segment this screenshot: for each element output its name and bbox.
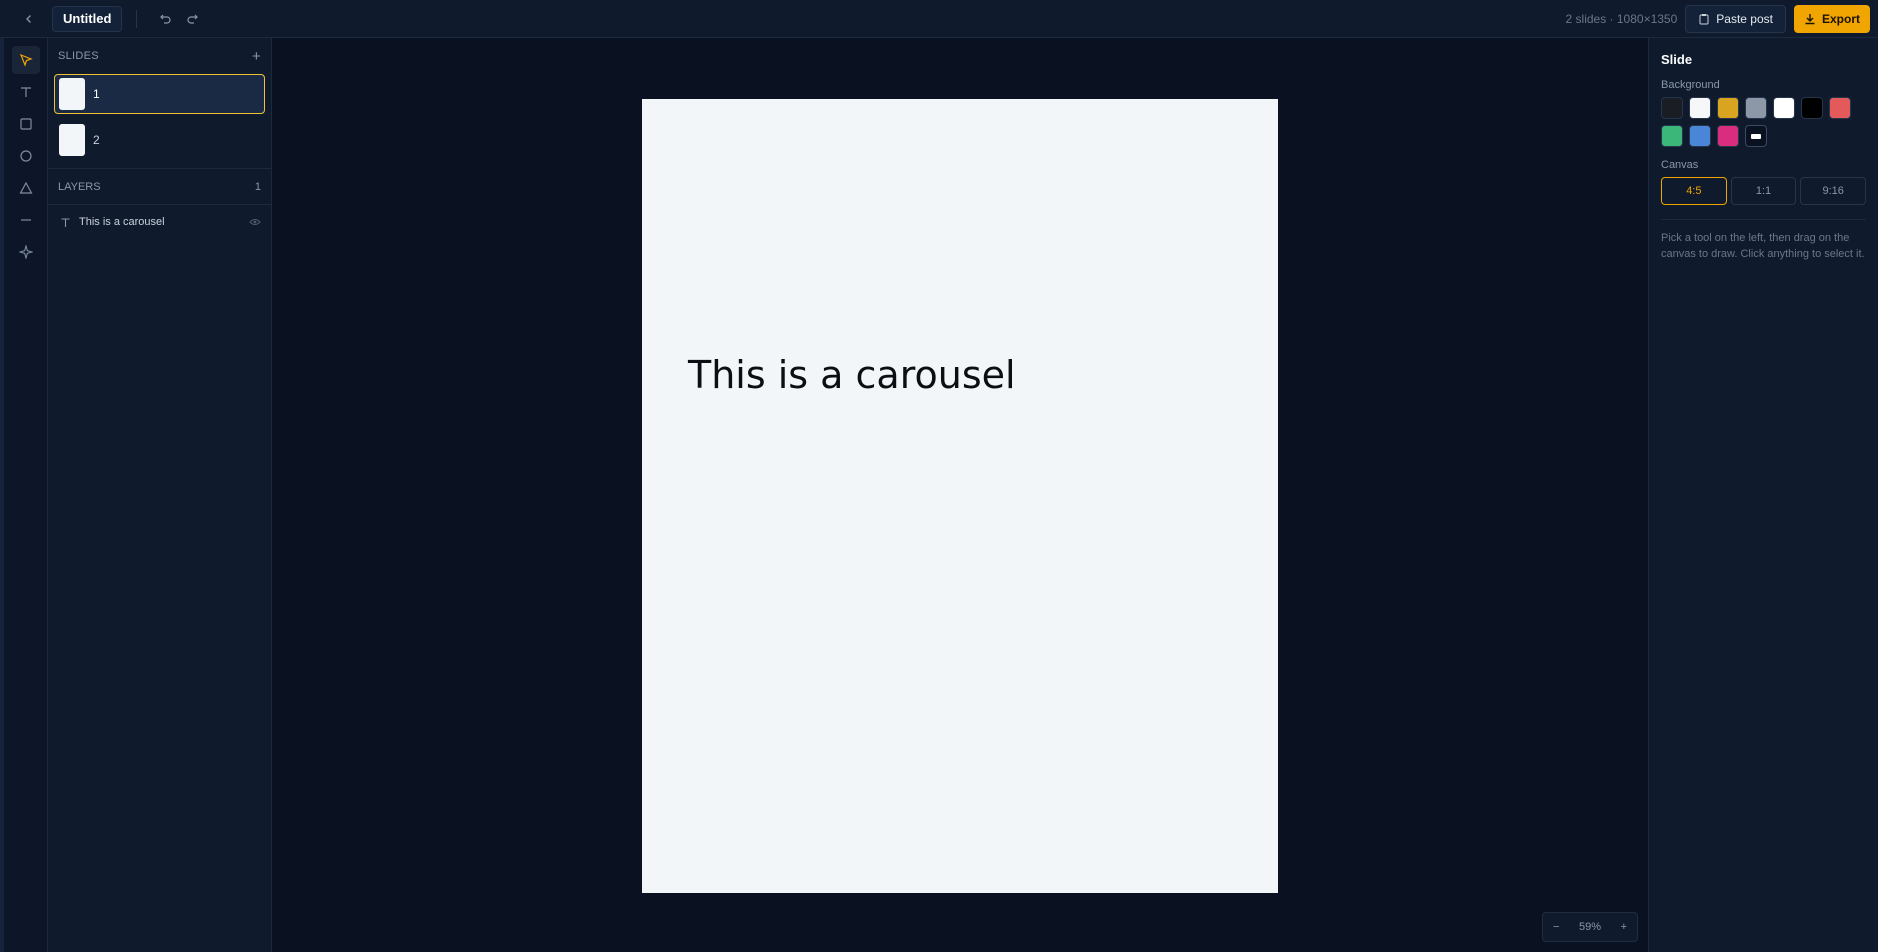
hint-text: Pick a tool on the left, then drag on th… bbox=[1661, 232, 1865, 260]
swatch-black[interactable] bbox=[1801, 97, 1823, 119]
layer-item[interactable]: This is a carousel bbox=[48, 205, 271, 239]
zoom-level: 59% bbox=[1578, 921, 1602, 933]
export-label: Export bbox=[1821, 12, 1860, 26]
sparkle-tool-icon[interactable] bbox=[12, 238, 40, 266]
layers-header: LAYERS 1 bbox=[48, 169, 271, 205]
rectangle-tool-icon[interactable] bbox=[12, 110, 40, 138]
swatch-gold[interactable] bbox=[1717, 97, 1739, 119]
swatch-pink[interactable] bbox=[1717, 125, 1739, 147]
slides-panel: SLIDES + 1 2 LAYERS 1 This is a carousel bbox=[48, 38, 272, 952]
top-bar: Untitled 2 slides · 1080×1350 Paste post… bbox=[0, 0, 1878, 38]
text-layer-icon bbox=[61, 217, 70, 227]
document-title[interactable]: Untitled bbox=[52, 5, 123, 32]
slide-number: 1 bbox=[93, 87, 100, 101]
swatch-off-white[interactable] bbox=[1689, 97, 1711, 119]
paste-icon bbox=[1699, 14, 1709, 25]
properties-title: Slide bbox=[1661, 52, 1693, 67]
canvas-stage[interactable]: This is a carousel − 59% + bbox=[272, 38, 1648, 952]
zoom-in-button[interactable]: + bbox=[1621, 921, 1627, 933]
swatch-red[interactable] bbox=[1829, 97, 1851, 119]
zoom-out-button[interactable]: − bbox=[1553, 921, 1559, 933]
export-button[interactable]: Export bbox=[1793, 5, 1870, 33]
custom-color-picker[interactable] bbox=[1745, 125, 1767, 147]
swatch-blue[interactable] bbox=[1689, 125, 1711, 147]
select-tool-icon[interactable] bbox=[12, 46, 40, 74]
zoom-control: − 59% + bbox=[1542, 912, 1638, 942]
line-tool-icon[interactable] bbox=[12, 206, 40, 234]
ellipse-tool-icon[interactable] bbox=[12, 142, 40, 170]
ratio-1-1-button[interactable]: 1:1 bbox=[1730, 177, 1797, 205]
paste-post-button[interactable]: Paste post bbox=[1685, 5, 1786, 33]
layers-heading: LAYERS bbox=[58, 180, 101, 193]
swatch-charcoal[interactable] bbox=[1661, 97, 1683, 119]
slides-header: SLIDES + bbox=[48, 38, 271, 74]
slides-meta: 2 slides · 1080×1350 bbox=[1565, 12, 1678, 26]
text-tool-icon[interactable] bbox=[12, 78, 40, 106]
canvas-ratio-options: 4:5 1:1 9:16 bbox=[1661, 177, 1867, 205]
background-label: Background bbox=[1661, 79, 1720, 91]
redo-icon[interactable] bbox=[179, 5, 207, 33]
slide-thumb-preview bbox=[59, 124, 85, 156]
ratio-4-5-button[interactable]: 4:5 bbox=[1661, 177, 1727, 205]
slide-thumbnail-1[interactable]: 1 bbox=[54, 74, 265, 114]
tool-rail bbox=[0, 38, 48, 952]
slide-number: 2 bbox=[93, 133, 100, 147]
slide-canvas[interactable]: This is a carousel bbox=[642, 99, 1278, 893]
slides-heading: SLIDES bbox=[58, 50, 99, 62]
properties-panel: Slide Background Canvas 4:5 1:1 9:16 Pic… bbox=[1648, 38, 1878, 952]
slide-thumb-preview bbox=[59, 78, 85, 110]
back-chevron-icon[interactable] bbox=[14, 4, 44, 34]
visibility-eye-icon[interactable] bbox=[249, 218, 261, 226]
add-slide-icon[interactable]: + bbox=[252, 48, 261, 65]
layers-count: 1 bbox=[254, 180, 261, 193]
slide-thumbnail-2[interactable]: 2 bbox=[54, 120, 265, 160]
swatch-green[interactable] bbox=[1661, 125, 1683, 147]
triangle-tool-icon[interactable] bbox=[12, 174, 40, 202]
canvas-label: Canvas bbox=[1661, 159, 1699, 171]
swatch-slate[interactable] bbox=[1745, 97, 1767, 119]
background-swatches bbox=[1661, 97, 1866, 147]
download-icon bbox=[1805, 14, 1815, 25]
undo-icon[interactable] bbox=[151, 5, 179, 33]
canvas-text-element[interactable]: This is a carousel bbox=[688, 353, 1016, 397]
divider bbox=[136, 9, 138, 28]
swatch-white[interactable] bbox=[1773, 97, 1795, 119]
layer-label: This is a carousel bbox=[79, 216, 165, 228]
ratio-9-16-button[interactable]: 9:16 bbox=[1800, 177, 1867, 205]
properties-divider bbox=[1661, 219, 1866, 220]
paste-post-label: Paste post bbox=[1716, 12, 1773, 26]
